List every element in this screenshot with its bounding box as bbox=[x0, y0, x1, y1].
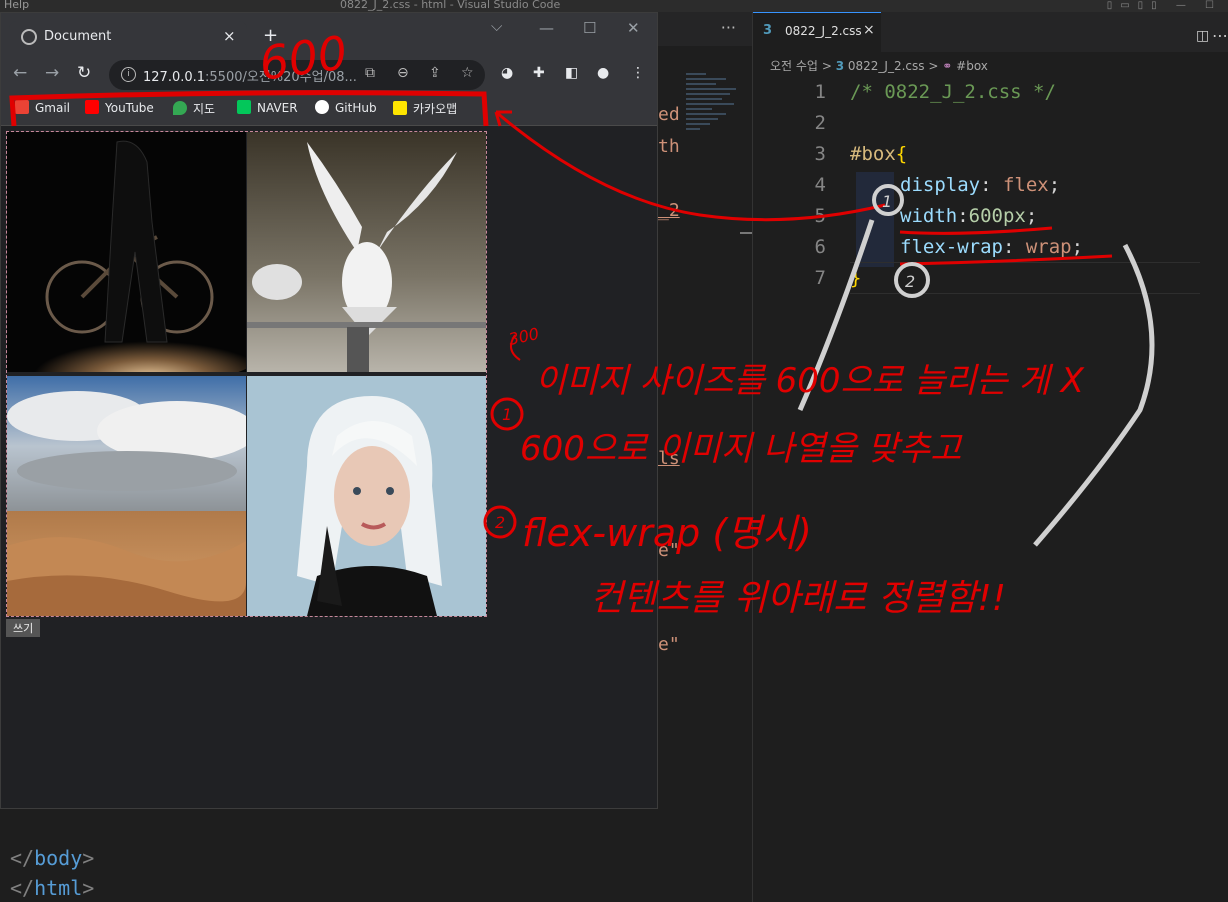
browser-tab-strip: Document × + ⌵ — ☐ ✕ bbox=[1, 13, 657, 55]
translate-icon[interactable]: ⧉ bbox=[365, 65, 375, 81]
extension-avatar-icon[interactable]: ◕ bbox=[501, 65, 513, 81]
line-number: 3 bbox=[814, 143, 826, 165]
flex-box-container bbox=[6, 131, 487, 617]
line-number: 7 bbox=[814, 267, 826, 289]
breadcrumb: 오전 수업 > 𝟯 0822_J_2.css > ⚭ #box bbox=[770, 57, 988, 74]
breadcrumb-file[interactable]: 0822_J_2.css bbox=[848, 59, 925, 73]
close-icon[interactable]: × bbox=[223, 27, 236, 45]
code-line-3[interactable]: #box{ bbox=[850, 143, 907, 165]
tab-0822-j-2-css[interactable]: 𝟯 0822_J_2.css × bbox=[753, 12, 881, 53]
bookmark-maps[interactable]: 지도 bbox=[173, 100, 215, 117]
help-menu[interactable]: Help bbox=[4, 0, 29, 11]
element-tooltip-label: 쓰기 bbox=[6, 619, 41, 637]
bookmark-gmail[interactable]: Gmail bbox=[15, 100, 70, 115]
extensions-puzzle-icon[interactable]: ✚ bbox=[533, 65, 545, 81]
line-number: 2 bbox=[814, 112, 826, 134]
info-icon[interactable]: i bbox=[121, 67, 136, 82]
code-fragment: ls bbox=[658, 448, 680, 469]
vscode-title-bar: Help 0822_J_2.css - html - Visual Studio… bbox=[0, 0, 1228, 12]
indent-highlight bbox=[856, 172, 894, 267]
line-number: 6 bbox=[814, 236, 826, 258]
code-fragment: e" bbox=[658, 540, 680, 561]
code-line-6[interactable]: flex-wrap: wrap; bbox=[900, 236, 1083, 258]
close-window-button[interactable]: ✕ bbox=[627, 19, 640, 37]
minimize-button[interactable]: — bbox=[539, 19, 554, 37]
image-desert-landscape bbox=[7, 376, 246, 616]
minimap[interactable] bbox=[686, 70, 742, 190]
code-fragment: ed bbox=[658, 104, 680, 125]
bookmark-star-icon[interactable]: ☆ bbox=[461, 65, 474, 81]
bookmark-naver[interactable]: NAVER bbox=[237, 100, 298, 115]
code-line-1[interactable]: /* 0822_J_2.css */ bbox=[850, 81, 1056, 103]
image-seagull bbox=[247, 132, 486, 372]
code-line-4[interactable]: display: flex; bbox=[900, 174, 1060, 196]
code-line-5[interactable]: width:600px; bbox=[900, 205, 1037, 227]
css-file-icon: 𝟯 bbox=[835, 59, 845, 73]
gmail-icon bbox=[15, 100, 29, 114]
reload-button[interactable]: ↻ bbox=[77, 63, 91, 83]
symbol-icon: ⚭ bbox=[942, 59, 953, 73]
breadcrumb-folder[interactable]: 오전 수업 bbox=[770, 59, 818, 73]
image-cyclist bbox=[7, 132, 246, 372]
window-title: 0822_J_2.css - html - Visual Studio Code bbox=[340, 0, 561, 11]
side-panel-icon[interactable]: ◧ bbox=[565, 65, 578, 81]
line-number: 1 bbox=[814, 81, 826, 103]
tab-search-icon[interactable]: ⌵ bbox=[491, 17, 502, 35]
bookmark-kakaomap[interactable]: 카카오맵 bbox=[393, 100, 457, 117]
more-actions-icon[interactable]: ··· bbox=[721, 18, 736, 37]
bookmarks-bar: Gmail YouTube 지도 NAVER GitHub 카카오맵 bbox=[1, 95, 657, 126]
code-fragment: e" bbox=[658, 634, 680, 655]
menu-kebab-icon[interactable]: ⋮ bbox=[631, 65, 645, 81]
bookmark-github[interactable]: GitHub bbox=[315, 100, 377, 115]
zoom-icon[interactable]: ⊖ bbox=[397, 65, 409, 81]
address-bar[interactable]: i 127.0.0.1:5500/오전%20수업/08... ⧉ ⊖ ⇪ ☆ bbox=[109, 60, 485, 90]
browser-toolbar: ← → ↻ i 127.0.0.1:5500/오전%20수업/08... ⧉ ⊖… bbox=[1, 55, 657, 95]
bookmark-youtube[interactable]: YouTube bbox=[85, 100, 154, 115]
code-line-7[interactable]: } bbox=[850, 267, 861, 289]
line-number: 4 bbox=[814, 174, 826, 196]
more-actions-icon[interactable]: ⋯ bbox=[1212, 26, 1228, 45]
globe-icon bbox=[21, 29, 37, 45]
browser-window: Document × + ⌵ — ☐ ✕ ← → ↻ i 127.0.0.1:5… bbox=[0, 12, 658, 809]
naver-icon bbox=[237, 100, 251, 114]
forward-button[interactable]: → bbox=[45, 63, 59, 83]
chevron-right-icon: > bbox=[928, 59, 939, 73]
profile-icon[interactable]: ● bbox=[597, 65, 609, 81]
css-file-icon: 𝟯 bbox=[763, 23, 773, 38]
tab-label: 0822_J_2.css bbox=[785, 24, 862, 38]
current-line-highlight bbox=[850, 262, 1200, 294]
image-portrait-woman bbox=[247, 376, 486, 616]
github-icon bbox=[315, 100, 329, 114]
browser-tab-document[interactable]: Document × bbox=[9, 21, 247, 55]
chevron-right-icon: > bbox=[821, 59, 832, 73]
maps-icon bbox=[173, 101, 187, 115]
back-button[interactable]: ← bbox=[13, 63, 27, 83]
kakaomap-icon bbox=[393, 101, 407, 115]
page-viewport[interactable]: 쓰기 bbox=[1, 126, 657, 808]
code-line-body-close: </body> bbox=[10, 846, 95, 870]
share-icon[interactable]: ⇪ bbox=[429, 65, 441, 81]
split-editor-icon[interactable]: ◫ bbox=[1196, 28, 1209, 44]
code-fragment: _2 bbox=[658, 200, 680, 221]
youtube-icon bbox=[85, 100, 99, 114]
tab-title: Document bbox=[44, 29, 112, 44]
maximize-button[interactable]: ☐ bbox=[583, 19, 596, 37]
breadcrumb-symbol[interactable]: #box bbox=[956, 59, 988, 73]
close-icon[interactable]: × bbox=[863, 22, 875, 38]
layout-controls[interactable]: ▯▭▯▯ — ☐ bbox=[1107, 0, 1222, 11]
new-tab-button[interactable]: + bbox=[263, 25, 278, 46]
address-url[interactable]: 127.0.0.1:5500/오전%20수업/08... bbox=[143, 66, 357, 85]
line-number: 5 bbox=[814, 205, 826, 227]
code-fragment: th bbox=[658, 136, 680, 157]
code-line-html-close: </html> bbox=[10, 876, 95, 900]
